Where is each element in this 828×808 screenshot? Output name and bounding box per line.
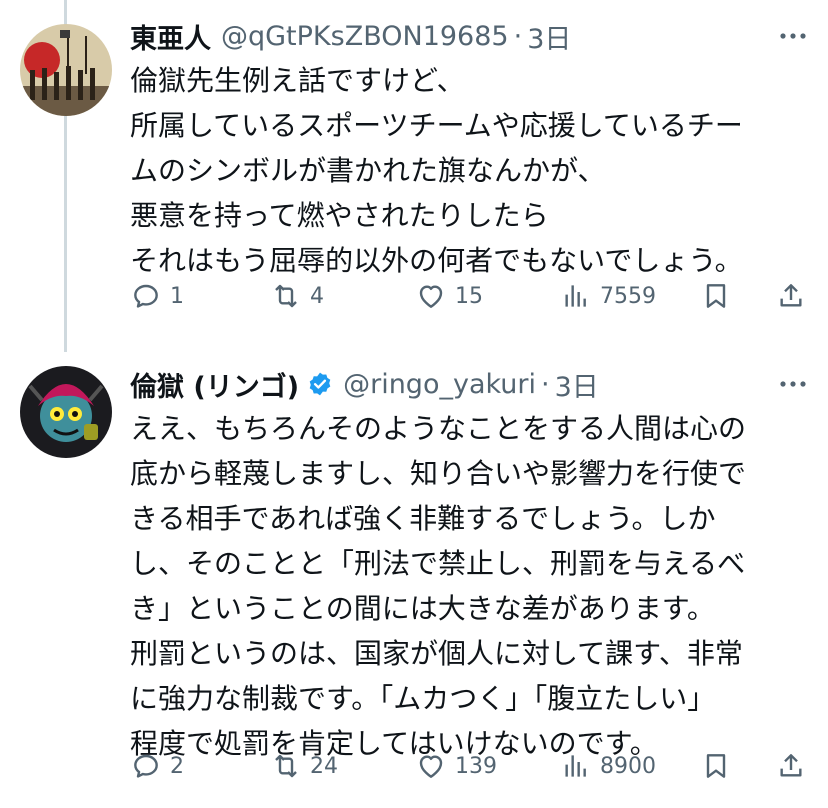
like-icon [419, 755, 443, 778]
views-icon [565, 755, 586, 777]
views-button[interactable]: 7559 [560, 276, 656, 316]
separator: · [541, 368, 550, 400]
tweet-content: 東亜人 @qGtPKsZBON19685 · 3日 倫獄先生例え話ですけど、 所… [130, 14, 808, 283]
timestamp[interactable]: 3日 [555, 365, 599, 404]
like-icon [419, 285, 443, 308]
tweet-header: 東亜人 @qGtPKsZBON19685 · 3日 [130, 14, 808, 58]
tweet-text: ええ、もちろんそのようなことをする人間は心の 底から軽蔑しますし、知り合いや影響… [130, 406, 808, 766]
tweet-header: 倫獄 (リンゴ) @ringo_yakuri · 3日 [130, 362, 808, 406]
tweet-text-line: 所属しているスポーツチームや応援しているチー [130, 109, 743, 142]
tweet-content: 倫獄 (リンゴ) @ringo_yakuri · 3日 ええ、もちろんそのような… [130, 362, 808, 766]
reply-icon [134, 754, 158, 778]
retweet-icon [275, 284, 297, 308]
tweet-text-line: 倫獄先生例え話ですけど、 [130, 64, 465, 97]
tweet-actions: 2 24 139 8900 [130, 746, 810, 786]
like-count: 15 [455, 283, 483, 309]
tweet-text-line: に強力な制裁です。「ムカつく」「腹立たしい」 [130, 682, 716, 715]
avatar[interactable] [20, 24, 112, 116]
more-icon[interactable] [778, 372, 808, 396]
bookmark-icon [706, 754, 726, 778]
reply-button[interactable]: 1 [130, 276, 184, 316]
tweet-actions: 1 4 15 7559 [130, 276, 810, 316]
retweet-count: 4 [310, 283, 324, 309]
reply-button[interactable]: 2 [130, 746, 184, 786]
like-button[interactable]: 139 [415, 746, 497, 786]
avatar[interactable] [20, 366, 112, 458]
tweet-text-line: し、そのことと「刑法で禁止し、刑罰を与えるべ [130, 547, 746, 580]
bookmark-button[interactable] [700, 746, 732, 786]
tweet-text-line: 刑罰というのは、国家が個人に対して課す、非常 [130, 637, 743, 670]
bookmark-icon [706, 284, 726, 308]
reply-icon [134, 284, 158, 308]
tweet-text: 倫獄先生例え話ですけど、 所属しているスポーツチームや応援しているチー ムのシン… [130, 58, 808, 283]
author-name[interactable]: 倫獄 (リンゴ) [130, 365, 299, 404]
retweet-count: 24 [310, 753, 338, 779]
separator: · [513, 20, 523, 52]
tweet-text-line: きる相手であれば強く非難するでしょう。しか [130, 502, 716, 535]
tweet-text-line: ムのシンボルが書かれた旗なんかが、 [130, 154, 606, 187]
views-button[interactable]: 8900 [560, 746, 656, 786]
tweet-text-line: ええ、もちろんそのようなことをする人間は心の [130, 412, 747, 445]
author-name[interactable]: 東亜人 [130, 17, 211, 56]
tweet-text-line: き」ということの間には大きな差があります。 [130, 592, 715, 625]
author-handle[interactable]: @ringo_yakuri [343, 369, 536, 400]
share-icon [780, 284, 802, 307]
views-count: 7559 [600, 283, 656, 309]
reply-count: 2 [170, 753, 184, 779]
views-count: 8900 [600, 753, 656, 779]
bookmark-button[interactable] [700, 276, 732, 316]
tweet-text-line: 悪意を持って燃やされたりしたら [130, 199, 549, 232]
share-button[interactable] [775, 746, 807, 786]
share-icon [780, 754, 802, 777]
verified-badge-icon [309, 372, 331, 396]
retweet-button[interactable]: 24 [270, 746, 338, 786]
like-button[interactable]: 15 [415, 276, 483, 316]
retweet-icon [275, 754, 297, 778]
tweet-text-line: 底から軽蔑しますし、知り合いや影響力を行使で [130, 457, 747, 490]
views-icon [565, 285, 586, 307]
reply-count: 1 [170, 283, 184, 309]
retweet-button[interactable]: 4 [270, 276, 324, 316]
more-icon[interactable] [778, 24, 808, 48]
author-handle[interactable]: @qGtPKsZBON19685 [221, 21, 509, 52]
share-button[interactable] [775, 276, 807, 316]
timestamp[interactable]: 3日 [527, 17, 571, 56]
like-count: 139 [455, 753, 497, 779]
